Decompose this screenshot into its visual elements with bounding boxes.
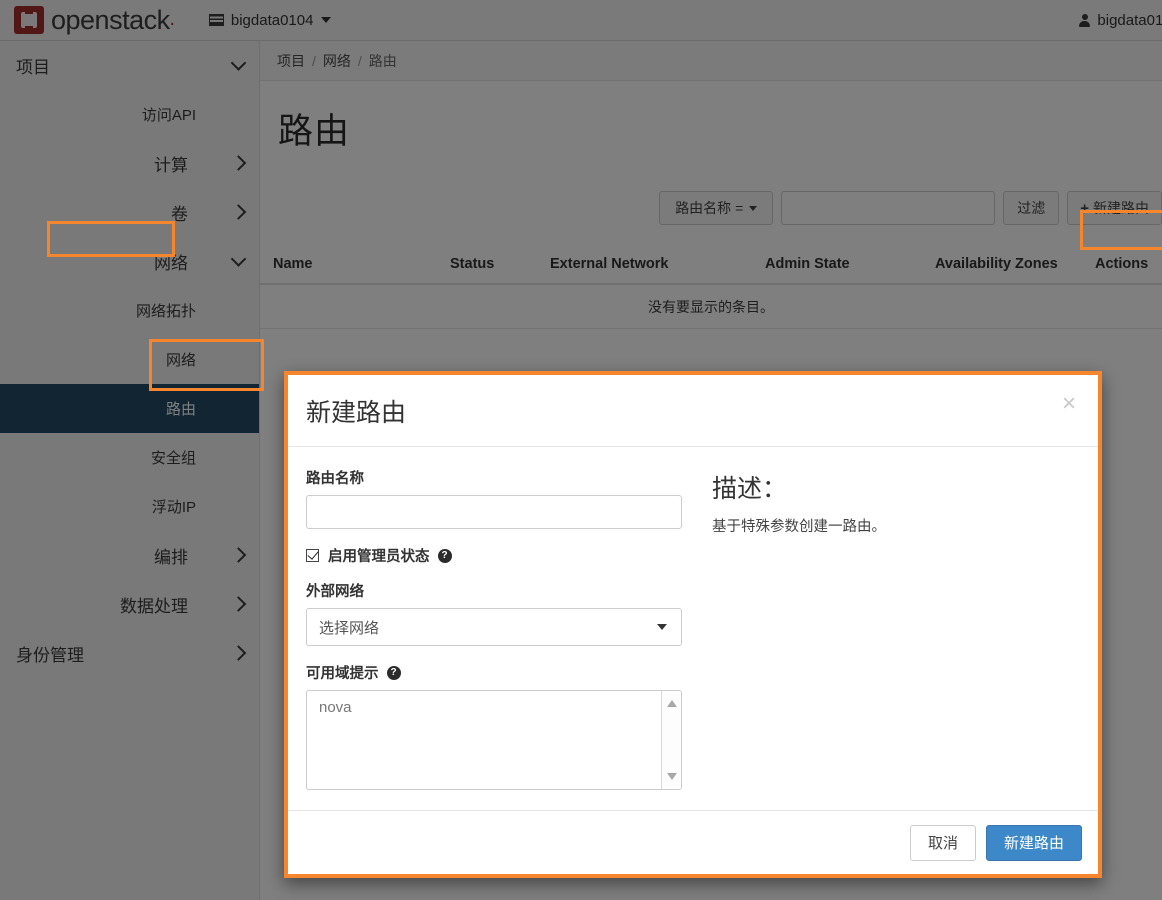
chevron-down-icon bbox=[657, 624, 667, 630]
external-network-selected-value: 选择网络 bbox=[319, 619, 380, 637]
router-name-input[interactable] bbox=[306, 495, 682, 529]
external-network-select[interactable]: 选择网络 bbox=[306, 608, 682, 646]
help-icon[interactable]: ? bbox=[386, 665, 401, 680]
az-hint-label: 可用域提示 bbox=[306, 666, 379, 682]
scroll-up-icon[interactable] bbox=[667, 700, 677, 707]
list-item[interactable]: nova bbox=[307, 691, 681, 724]
help-icon[interactable]: ? bbox=[437, 548, 452, 563]
cancel-button[interactable]: 取消 bbox=[909, 824, 976, 861]
external-network-label: 外部网络 bbox=[306, 584, 364, 600]
description-heading: 描述： bbox=[712, 475, 788, 503]
submit-create-router-button[interactable]: 新建路由 bbox=[985, 824, 1082, 861]
az-hint-label-row: 可用域提示 ? bbox=[306, 662, 688, 683]
admin-state-label: 启用管理员状态 bbox=[328, 549, 430, 565]
modal-form-column: 路由名称 启用管理员状态 ? 外部网络 选择网络 可用域提示 ? nova bbox=[306, 467, 688, 810]
modal-footer: 取消 新建路由 bbox=[288, 810, 1098, 874]
close-icon[interactable]: × bbox=[1056, 391, 1082, 417]
create-router-modal: 新建路由 × 路由名称 启用管理员状态 ? 外部网络 选择网络 可用域提示 ? … bbox=[284, 371, 1102, 878]
modal-description-column: 描述： 基于特殊参数创建一路由。 bbox=[688, 467, 1080, 810]
listbox-scrollbar[interactable] bbox=[661, 691, 681, 789]
router-name-label: 路由名称 bbox=[306, 471, 364, 487]
modal-body: 路由名称 启用管理员状态 ? 外部网络 选择网络 可用域提示 ? nova 描述… bbox=[288, 447, 1098, 810]
admin-state-checkbox[interactable] bbox=[306, 549, 319, 562]
availability-zone-listbox[interactable]: nova bbox=[306, 690, 682, 790]
modal-title: 新建路由 bbox=[306, 398, 407, 427]
scroll-down-icon[interactable] bbox=[667, 773, 677, 780]
admin-state-checkbox-row[interactable]: 启用管理员状态 ? bbox=[306, 545, 688, 566]
modal-header: 新建路由 × bbox=[288, 375, 1098, 447]
description-body: 基于特殊参数创建一路由。 bbox=[712, 519, 886, 535]
